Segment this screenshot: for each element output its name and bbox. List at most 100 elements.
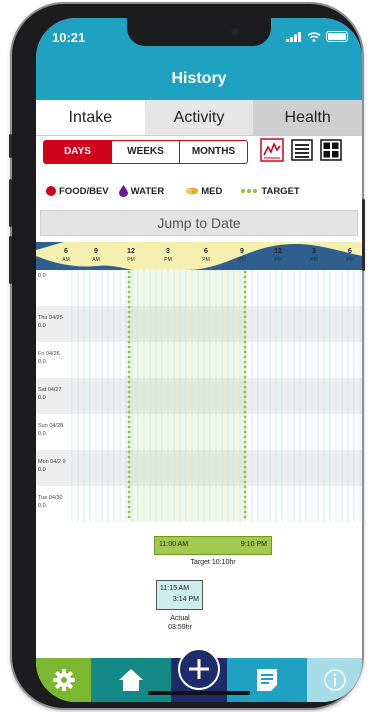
target-line-dot [243,450,247,454]
day-total: 0.0 [38,395,46,401]
jump-to-date-button[interactable]: Jump to Date [40,210,358,236]
report-icon [257,669,277,691]
power-button [362,199,365,271]
target-line-dot [243,440,247,444]
grid-view-button[interactable] [319,138,343,162]
target-end-time: 9:10 PM [240,541,267,548]
hour-number: 9 [94,248,98,255]
grid-icon [320,139,342,161]
target-line-dot [243,415,247,419]
target-line-dot [243,470,247,474]
hour-number: 12 [274,248,282,255]
target-line-dot [243,275,247,279]
target-line-dot [127,275,131,279]
target-line-dot [243,370,247,374]
target-line-dot [243,400,247,404]
target-line-dot [243,460,247,464]
target-line-dot [243,480,247,484]
add-entry-button[interactable] [178,648,220,690]
target-window-bar: 11:00 AM 9:10 PM [154,536,272,555]
target-line-dot [243,505,247,509]
legend-food: FOOD/BEV [46,186,109,197]
hour-ampm: PM [164,257,172,263]
target-line-dot [127,420,131,424]
legend-water-label: WATER [130,185,165,197]
line-chart-icon [260,138,284,162]
legend-target: TARGET [240,185,300,197]
hour-number: 6 [204,248,208,255]
legend: FOOD/BEV WATER MED TARGET [36,178,362,204]
plus-icon [189,659,209,679]
target-line-dot [243,420,247,424]
target-line-dot [127,400,131,404]
hour-ampm: PM [238,257,246,263]
target-line-dot [127,465,131,469]
target-line-dot [127,340,131,344]
tab-intake[interactable]: Intake [36,100,145,135]
target-line-dot [127,415,131,419]
list-view-button[interactable] [290,138,314,162]
legend-target-label: TARGET [261,185,300,197]
hour-number: 6 [348,248,352,255]
target-line-dot [243,320,247,324]
hour-number: 3 [312,248,316,255]
hour-ampm: AM [310,257,318,263]
hour-number: 6 [64,248,68,255]
tab-health[interactable]: Health [253,100,362,135]
target-line-dot [243,410,247,414]
target-line-dot [243,270,247,274]
target-line-dot [243,425,247,429]
target-line-dot [243,455,247,459]
target-line-dot [243,295,247,299]
target-line-dot [243,285,247,289]
gear-icon [52,669,75,691]
target-line-dot [243,405,247,409]
target-line-dot [127,405,131,409]
target-line-dot [243,375,247,379]
target-line-dot [127,430,131,434]
info-tab[interactable] [307,658,362,702]
target-line-dot [243,430,247,434]
day-label: Thu 04/25 0.0 [38,314,68,330]
hour-ampm: PM [202,257,210,263]
hour-label: 6 PM [196,248,216,264]
hour-label: 6 AM [340,248,360,264]
day-date: Tue 04/30 [38,495,63,501]
target-line-dot [127,505,131,509]
hour-ampm: AM [346,257,354,263]
target-line-dot [243,310,247,314]
home-tab[interactable] [91,658,171,702]
target-line-dot [127,450,131,454]
day-date: Mon 04/2 9 [38,459,66,465]
actual-caption-duration: 03:59hr [168,624,192,631]
target-line-dot [127,380,131,384]
target-line-dot [127,330,131,334]
chart-view-button[interactable] [260,138,284,162]
settings-tab[interactable] [36,658,91,702]
actual-end-time: 3:14 PM [172,596,199,603]
range-days-button[interactable]: DAYS [44,141,112,163]
target-line-dot [243,500,247,504]
target-line-dot [127,440,131,444]
day-label: Tue 04/30 0.0 [38,494,68,510]
info-icon [323,669,346,691]
target-line-dot [127,510,131,514]
target-line-dot [127,495,131,499]
target-line-dot [243,355,247,359]
target-line-dot [127,410,131,414]
target-line-dot [243,340,247,344]
target-line-dot [127,470,131,474]
range-weeks-button[interactable]: WEEKS [112,141,180,163]
status-time: 10:21 [52,30,86,45]
target-line-dot [243,515,247,519]
day-label: Mon 04/2 9 0.0 [38,458,68,474]
target-line-dot [127,360,131,364]
hour-number: 9 [240,248,244,255]
hour-number: 3 [166,248,170,255]
target-line-dot [127,480,131,484]
tab-activity[interactable]: Activity [144,100,254,135]
range-selector: DAYS WEEKS MONTHS [43,140,248,164]
reports-tab[interactable] [227,658,307,702]
range-months-button[interactable]: MONTHS [180,141,247,163]
target-line-dot [127,355,131,359]
